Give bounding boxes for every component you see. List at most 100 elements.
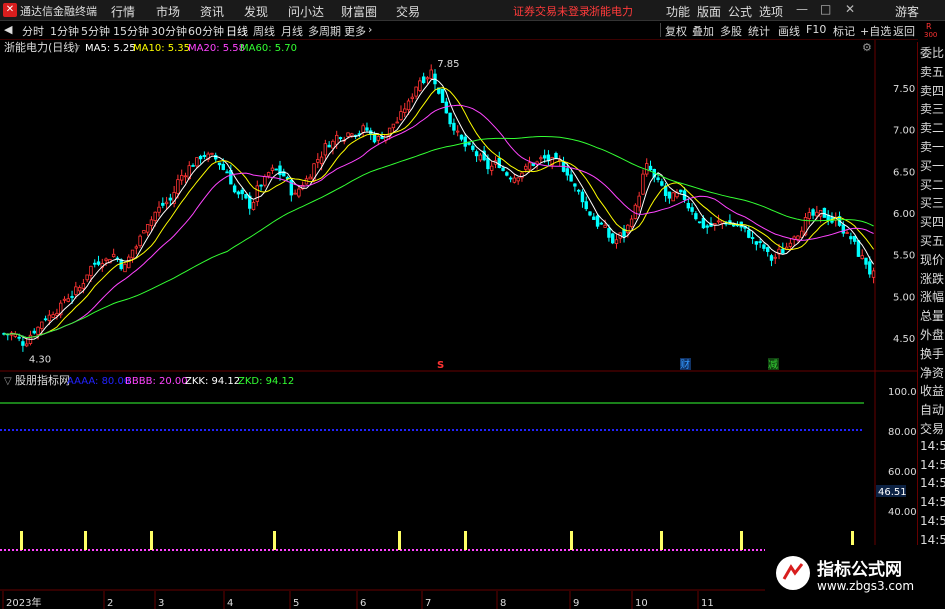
close-icon[interactable]: ✕ — [845, 2, 855, 16]
candle-body — [490, 165, 494, 171]
ind-axis-60: 60.00 — [888, 467, 917, 478]
chart-area[interactable]: 浙能电力(日线) ▽ MA5: 5.25 MA10: 5.35 MA20: 5.… — [0, 40, 917, 609]
tab-1min[interactable]: 1分钟 — [50, 23, 79, 39]
draw-line-button[interactable]: 画线 — [778, 23, 800, 39]
ma5-label: MA5: 5.25 — [85, 43, 136, 54]
candle-body — [145, 224, 150, 233]
candle-body — [327, 144, 331, 148]
side-mark-r: R — [926, 22, 932, 31]
candle-body — [508, 177, 513, 180]
add-favorite-button[interactable]: +自选 — [860, 23, 891, 39]
tab-monthly[interactable]: 月线 — [281, 23, 303, 39]
candle-body — [788, 242, 793, 247]
candle-body — [871, 270, 876, 278]
candle-body — [868, 261, 872, 275]
candle-body — [202, 155, 207, 158]
candle-body — [576, 189, 581, 192]
stats-button[interactable]: 统计 — [748, 23, 770, 39]
candle-body — [701, 217, 706, 229]
candle-body — [410, 96, 415, 99]
tab-30min[interactable]: 30分钟 — [151, 23, 187, 39]
candle-body — [762, 244, 766, 249]
tab-5min[interactable]: 5分钟 — [81, 23, 110, 39]
tab-minute[interactable]: 分时 — [22, 23, 44, 39]
indicator-signal-bar — [20, 531, 23, 550]
candle-body — [308, 176, 312, 180]
indicator-signal-bar — [84, 531, 87, 550]
menu-function[interactable]: 功能 — [666, 3, 690, 20]
menu-market[interactable]: 市场 — [156, 3, 180, 20]
tab-60min[interactable]: 60分钟 — [188, 23, 224, 39]
menu-layout[interactable]: 版面 — [697, 3, 721, 20]
menu-options[interactable]: 选项 — [759, 3, 783, 20]
candle-body — [864, 257, 868, 265]
candle-body — [429, 69, 433, 79]
candle-body — [365, 127, 369, 131]
menu-wealth[interactable]: 财富圈 — [341, 3, 377, 20]
candle-body — [127, 256, 131, 269]
side-label: 卖五 — [920, 64, 945, 79]
side-label: 涨幅 — [920, 290, 945, 305]
maximize-icon[interactable]: □ — [820, 2, 831, 16]
candle-body — [800, 230, 804, 238]
candle-body — [335, 134, 339, 145]
tab-multi-period[interactable]: 多周期 — [308, 23, 341, 39]
candle-body — [85, 274, 89, 281]
price-tick-label: 7.00 — [893, 126, 915, 137]
candle-body — [176, 179, 180, 194]
back-button[interactable]: 返回 — [893, 23, 915, 39]
side-label: 交易 — [920, 422, 945, 436]
candle-body — [747, 229, 751, 238]
menu-formula[interactable]: 公式 — [728, 3, 752, 20]
price-tick-label: 4.50 — [893, 334, 915, 345]
multi-stock-button[interactable]: 多股 — [720, 23, 742, 39]
stock-alert[interactable]: 浙能电力 — [589, 3, 633, 19]
login-alert[interactable]: 证券交易未登录 — [513, 3, 590, 19]
chevron-right-icon[interactable]: › — [368, 23, 372, 36]
bbbb-label: BBBB: 20.00 — [125, 376, 188, 387]
side-label: 收益 — [920, 384, 945, 399]
tab-more[interactable]: 更多 — [344, 23, 366, 39]
candle-body — [77, 287, 82, 292]
candle-body — [660, 181, 664, 186]
f10-button[interactable]: F10 — [806, 23, 826, 36]
tab-15min[interactable]: 15分钟 — [113, 23, 149, 39]
mark-button[interactable]: 标记 — [833, 23, 855, 39]
date-tick-label: 3 — [158, 598, 164, 609]
indicator-header: ▽ 股朋指标网 AAAA: 80.00 BBBB: 20.00 ZKK: 94.… — [4, 373, 294, 387]
menu-quotes[interactable]: 行情 — [111, 3, 135, 20]
candle-body — [225, 171, 229, 174]
candle-body — [629, 218, 634, 227]
candle-body — [497, 157, 501, 168]
candle-body — [754, 241, 759, 245]
candle-body — [259, 184, 263, 187]
adjust-button[interactable]: 复权 — [665, 23, 687, 39]
side-label: 14:5 — [920, 514, 945, 528]
side-label: 净资 — [920, 365, 945, 380]
candle-body — [811, 209, 815, 216]
candle-body — [274, 168, 278, 171]
ma10-label: MA10: 5.35 — [133, 43, 190, 54]
overlay-button[interactable]: 叠加 — [692, 23, 714, 39]
tab-weekly[interactable]: 周线 — [253, 23, 275, 39]
menu-news[interactable]: 资讯 — [200, 3, 224, 20]
side-label: 买三 — [920, 196, 945, 211]
minimize-icon[interactable]: — — [796, 2, 808, 16]
candle-body — [565, 168, 570, 176]
side-label: 委比 — [920, 46, 945, 60]
left-arrow-icon[interactable]: ◀ — [4, 23, 12, 36]
candle-body — [263, 176, 267, 186]
side-label: 换手 — [920, 346, 945, 361]
tab-daily[interactable]: 日线 — [226, 23, 248, 39]
candle-body — [62, 298, 67, 301]
candle-body — [266, 172, 271, 177]
user-label[interactable]: 游客 — [895, 3, 919, 20]
side-label: 买四 — [920, 215, 945, 230]
candle-body — [221, 163, 225, 170]
menu-trade[interactable]: 交易 — [396, 3, 420, 20]
high-price-label: 7.85 — [437, 59, 459, 70]
menu-assistant[interactable]: 问小达 — [288, 3, 324, 20]
menu-discover[interactable]: 发现 — [244, 3, 268, 20]
candle-body — [403, 108, 407, 113]
candle-body — [399, 111, 403, 120]
